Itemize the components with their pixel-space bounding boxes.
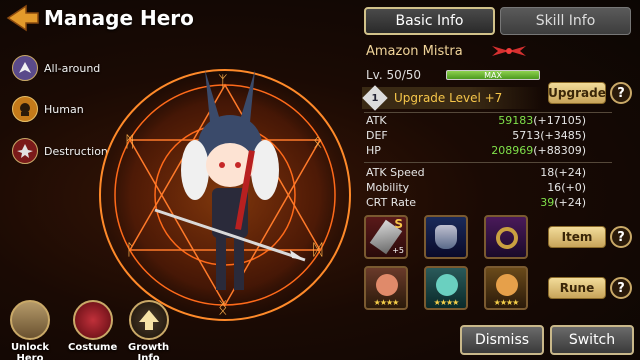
stat-def: DEF 5713(+3485) [366, 129, 586, 142]
attribute-human: Human [12, 96, 84, 122]
rune-button[interactable]: Rune [548, 277, 606, 299]
stat-hp: HP 208969(+88309) [366, 144, 586, 157]
upgrade-level-row: 1 Upgrade Level +7 [362, 85, 542, 111]
hero-level: Lv. 50/50 [366, 68, 422, 82]
upgrade-help-icon[interactable]: ? [610, 82, 632, 104]
rune-red-icon [376, 274, 398, 296]
upgrade-badge: 1 [362, 85, 388, 111]
svg-text:ᛚ: ᛚ [125, 240, 135, 259]
human-head-icon [12, 96, 38, 122]
rune-slot-2[interactable]: ★★★★ [424, 266, 468, 310]
stat-mobility: Mobility 16(+0) [366, 181, 586, 194]
svg-text:ᛗ: ᛗ [125, 132, 135, 151]
costume-button[interactable]: Costume [68, 300, 117, 353]
divider [364, 162, 612, 163]
stat-atk: ATK 59183(+17105) [366, 114, 586, 127]
rune-teal-icon [436, 274, 458, 296]
item-button[interactable]: Item [548, 226, 606, 248]
switch-button[interactable]: Switch [550, 325, 634, 355]
hero-name: Amazon Mistra [366, 44, 463, 59]
rune-help-icon[interactable]: ? [610, 277, 632, 299]
ring-item-icon [496, 227, 518, 249]
back-button[interactable] [4, 3, 40, 33]
growth-info-button[interactable]: Growth Info [128, 300, 169, 360]
stat-atk-speed: ATK Speed 18(+24) [366, 166, 586, 179]
destruction-icon [12, 138, 38, 164]
dismiss-button[interactable]: Dismiss [460, 325, 544, 355]
armor-item-icon [435, 225, 457, 249]
item-help-icon[interactable]: ? [610, 226, 632, 248]
divider [364, 112, 612, 113]
item-slot-armor[interactable] [424, 215, 468, 259]
upgrade-level-label: Upgrade Level +7 [394, 91, 503, 105]
level-bar: MAX [446, 70, 540, 80]
upgrade-button[interactable]: Upgrade [548, 82, 606, 104]
rune-slot-3[interactable]: ★★★★ [484, 266, 528, 310]
tab-basic-info[interactable]: Basic Info [364, 7, 495, 35]
svg-text:ᛞ: ᛞ [313, 240, 323, 259]
back-arrow-icon [6, 4, 39, 32]
wings-icon [12, 55, 38, 81]
stat-crt-rate: CRT Rate 39(+24) [366, 196, 586, 209]
costume-icon [72, 300, 113, 340]
growth-arrow-icon [128, 300, 169, 340]
item-slot-ring[interactable] [484, 215, 528, 259]
attribute-label: Human [44, 102, 84, 116]
lock-icon [10, 300, 50, 340]
rune-orange-icon [496, 274, 518, 296]
tab-skill-info[interactable]: Skill Info [500, 7, 631, 35]
unlock-hero-button[interactable]: Unlock Hero [10, 300, 50, 360]
page-title: Manage Hero [44, 6, 194, 30]
hero-portrait [154, 70, 306, 290]
svg-text:ᛟ: ᛟ [313, 132, 323, 151]
item-slot-weapon[interactable]: S +5 [364, 215, 408, 259]
rank-wings-icon [492, 46, 526, 56]
rune-slot-1[interactable]: ★★★★ [364, 266, 408, 310]
